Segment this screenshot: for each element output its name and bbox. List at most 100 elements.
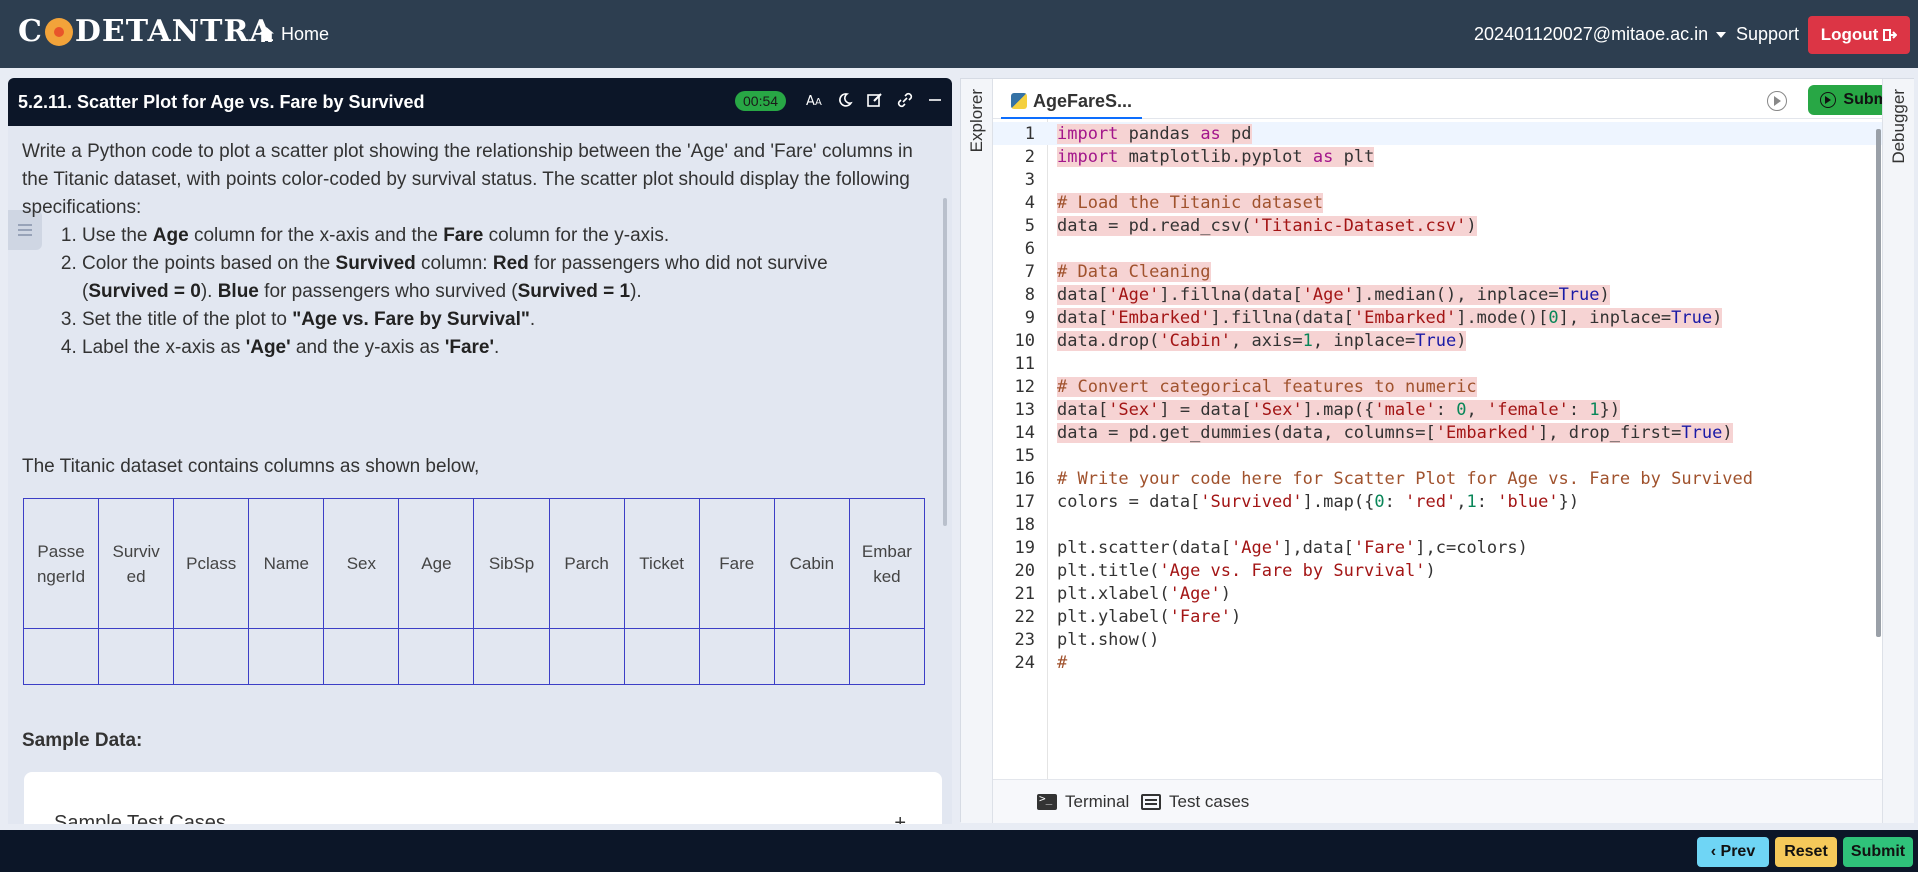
code-line[interactable]: 1 import pandas as pd <box>993 122 1882 145</box>
code-line[interactable]: 9 data['Embarked'].fillna(data['Embarked'… <box>993 306 1882 329</box>
font-size-icon[interactable]: AA <box>806 90 824 110</box>
table-header-cell: Sex <box>323 498 400 629</box>
code-line[interactable]: 15 <box>993 444 1882 467</box>
submit-button[interactable]: Submit <box>1843 837 1913 867</box>
code-area[interactable]: 1 import pandas as pd 2 import matplotlib.p… <box>993 119 1882 779</box>
table-header-cell: Fare <box>698 498 775 629</box>
line-number: 12 <box>1014 376 1035 397</box>
support-link[interactable]: Support <box>1736 24 1799 45</box>
line-number: 1 <box>1024 123 1035 144</box>
code-text: colors = data['Survived'].map({0: 'red',… <box>1057 491 1580 512</box>
sample-test-cases-accordion[interactable]: Sample Test Cases + <box>24 772 942 824</box>
code-line[interactable]: 14 data = pd.get_dummies(data, columns=['… <box>993 421 1882 444</box>
table-header-row: PassengerId Survived Pclass Name Sex Age… <box>22 498 926 629</box>
question-scrollbar[interactable] <box>943 198 947 526</box>
question-description: Write a Python code to plot a scatter pl… <box>22 138 942 362</box>
editor-scrollbar[interactable] <box>1876 129 1881 637</box>
line-number: 18 <box>1014 514 1035 535</box>
test-cases-label: Test cases <box>1169 792 1250 811</box>
test-cases-tab[interactable]: Test cases <box>1141 792 1249 812</box>
code-line[interactable]: 24 # <box>993 651 1882 674</box>
code-line[interactable]: 12 # Convert categorical features to nume… <box>993 375 1882 398</box>
user-menu-dropdown[interactable]: 202401120027@mitaoe.ac.in <box>1474 24 1727 45</box>
code-line[interactable]: 16 # Write your code here for Scatter Plo… <box>993 467 1882 490</box>
table-header-cell: SibSp <box>473 498 550 629</box>
code-line[interactable]: 2 import matplotlib.pyplot as plt <box>993 145 1882 168</box>
prev-button[interactable]: ‹ Prev <box>1697 837 1769 867</box>
code-line[interactable]: 18 <box>993 513 1882 536</box>
code-line[interactable]: 10 data.drop('Cabin', axis=1, inplace=Tru… <box>993 329 1882 352</box>
table-header-cell: Survived <box>98 498 175 629</box>
line-number: 23 <box>1014 629 1035 650</box>
editor-tabbar: AgeFareS... Submit <box>993 79 1910 119</box>
code-text: data = pd.get_dummies(data, columns=['Em… <box>1057 422 1733 443</box>
code-editor: Explorer AgeFareS... Submit 1 import pand… <box>960 78 1914 823</box>
explorer-sidebar[interactable]: Explorer <box>961 79 993 823</box>
line-number: 8 <box>1024 284 1035 305</box>
home-link[interactable]: Home <box>258 24 329 45</box>
plus-icon[interactable]: + <box>894 812 906 824</box>
terminal-icon <box>1037 792 1057 810</box>
table-header-cell: Ticket <box>623 498 700 629</box>
code-line[interactable]: 19 plt.scatter(data['Age'],data['Fare'],c… <box>993 536 1882 559</box>
run-icon[interactable] <box>1767 91 1787 111</box>
specification-list: Use the Age column for the x-axis and th… <box>82 222 942 362</box>
question-intro: Write a Python code to plot a scatter pl… <box>22 141 913 218</box>
line-number: 3 <box>1024 169 1035 190</box>
gear-logo-icon <box>44 17 73 46</box>
code-text: import matplotlib.pyplot as plt <box>1057 146 1375 167</box>
code-text: data['Sex'] = data['Sex'].map({'male': 0… <box>1057 399 1621 420</box>
code-line[interactable]: 17 colors = data['Survived'].map({0: 'red… <box>993 490 1882 513</box>
file-tab[interactable]: AgeFareS... <box>1001 85 1143 119</box>
reset-button[interactable]: Reset <box>1775 837 1837 867</box>
question-body: Write a Python code to plot a scatter pl… <box>8 126 952 824</box>
question-title: 5.2.11. Scatter Plot for Age vs. Fare by… <box>18 92 425 112</box>
spec-item: Set the title of the plot to "Age vs. Fa… <box>82 306 942 334</box>
spec-item: Use the Age column for the x-axis and th… <box>82 222 942 250</box>
logout-label: Logout <box>1820 25 1879 44</box>
table-header-cell: Age <box>398 498 475 629</box>
code-line[interactable]: 21 plt.xlabel('Age') <box>993 582 1882 605</box>
code-text: # Convert categorical features to numeri… <box>1057 376 1477 397</box>
moon-icon[interactable] <box>836 90 854 110</box>
dataset-description: The Titanic dataset contains columns as … <box>22 456 480 477</box>
code-line[interactable]: 5 data = pd.read_csv('Titanic-Dataset.csv… <box>993 214 1882 237</box>
code-line[interactable]: 20 plt.title('Age vs. Fare by Survival') <box>993 559 1882 582</box>
editor-panel: Explorer AgeFareS... Submit 1 import pand… <box>958 68 1918 830</box>
table-header-cell: Parch <box>548 498 625 629</box>
line-number: 19 <box>1014 537 1035 558</box>
link-icon[interactable] <box>896 90 914 110</box>
line-number: 4 <box>1024 192 1035 213</box>
code-line[interactable]: 13 data['Sex'] = data['Sex'].map({'male':… <box>993 398 1882 421</box>
code-line[interactable]: 22 plt.ylabel('Fare') <box>993 605 1882 628</box>
table-header-cell: PassengerId <box>22 498 100 629</box>
code-text: data.drop('Cabin', axis=1, inplace=True) <box>1057 330 1467 351</box>
logout-button[interactable]: Logout <box>1808 16 1910 54</box>
chevron-left-icon: ‹ <box>1710 843 1721 860</box>
line-number: 24 <box>1014 652 1035 673</box>
codetantra-logo[interactable]: C DETANTRA <box>18 14 274 49</box>
code-text: import pandas as pd <box>1057 123 1252 144</box>
line-number: 21 <box>1014 583 1035 604</box>
edit-icon[interactable] <box>866 90 884 110</box>
terminal-tab[interactable]: Terminal <box>1037 792 1129 812</box>
code-text: plt.scatter(data['Age'],data['Fare'],c=c… <box>1057 537 1528 558</box>
code-line[interactable]: 3 <box>993 168 1882 191</box>
minimize-icon[interactable] <box>926 90 944 110</box>
debugger-sidebar[interactable]: Debugger <box>1882 79 1914 823</box>
code-text: # Write your code here for Scatter Plot … <box>1057 468 1753 489</box>
line-number: 9 <box>1024 307 1035 328</box>
code-line[interactable]: 23 plt.show() <box>993 628 1882 651</box>
table-header-cell: Pclass <box>173 498 250 629</box>
table-header-cell: Name <box>248 498 325 629</box>
code-line[interactable]: 4 # Load the Titanic dataset <box>993 191 1882 214</box>
sign-out-icon <box>1883 29 1898 41</box>
code-line[interactable]: 8 data['Age'].fillna(data['Age'].median()… <box>993 283 1882 306</box>
code-line[interactable]: 11 <box>993 352 1882 375</box>
table-header-cell: Cabin <box>773 498 850 629</box>
explorer-label: Explorer <box>967 89 986 153</box>
code-line[interactable]: 6 <box>993 237 1882 260</box>
user-email: 202401120027@mitaoe.ac.in <box>1474 24 1709 44</box>
code-line[interactable]: 7 # Data Cleaning <box>993 260 1882 283</box>
code-text: # Data Cleaning <box>1057 261 1211 282</box>
